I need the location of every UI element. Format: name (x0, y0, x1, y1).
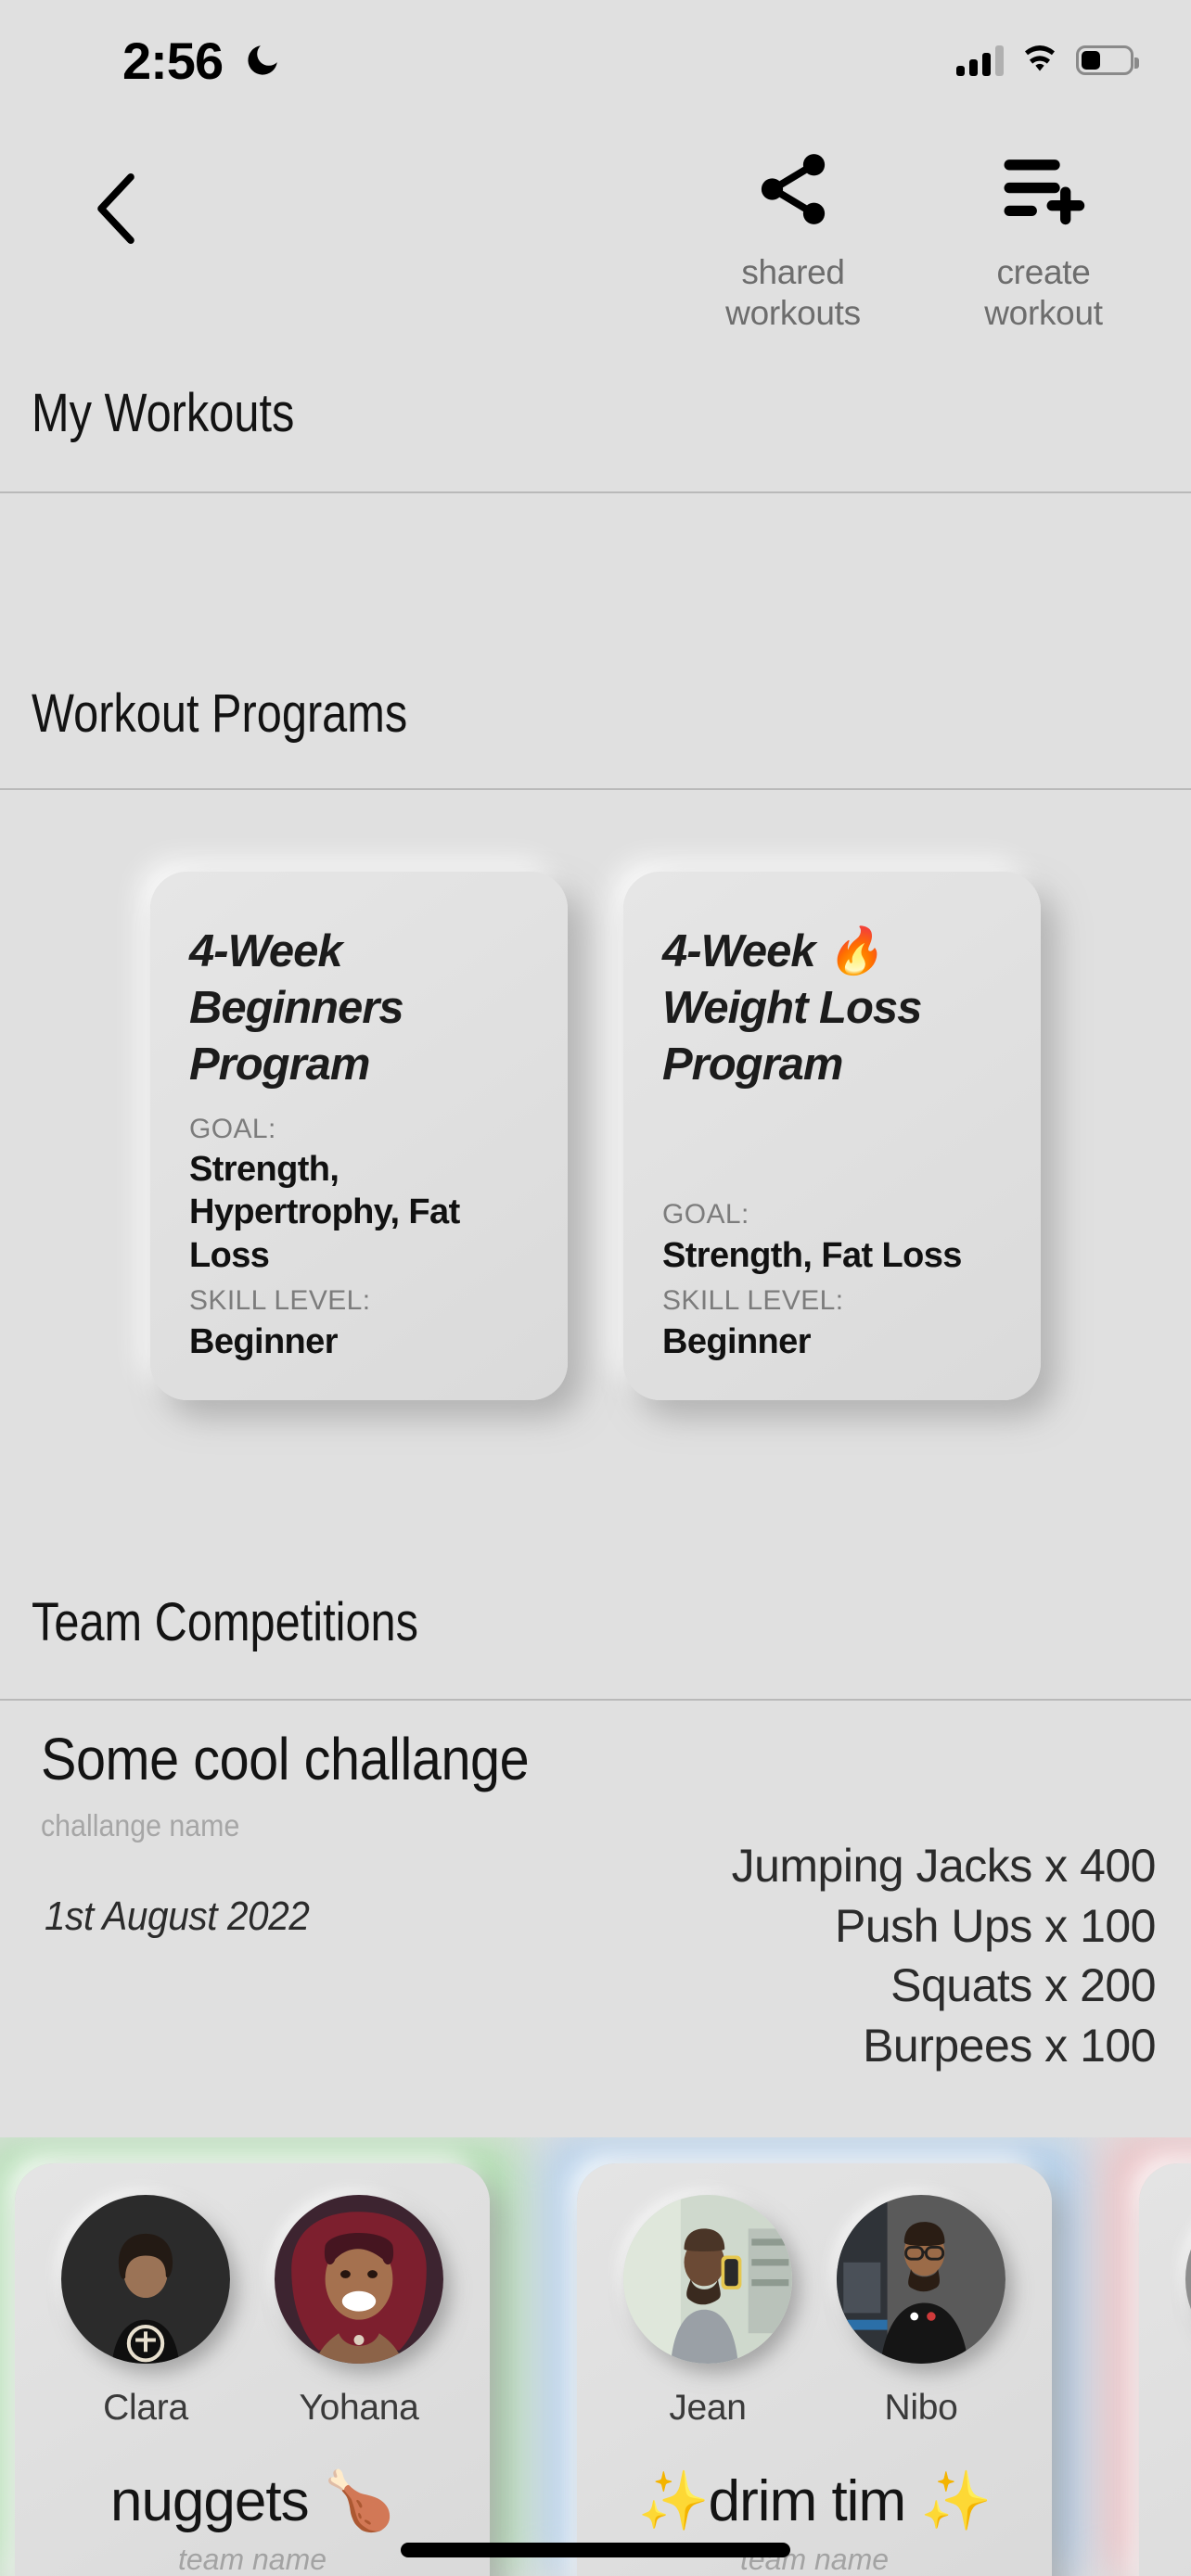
program-card[interactable]: 4-Week 🔥 Weight Loss Program GOAL: Stren… (623, 872, 1041, 1400)
program-goal-value: Strength, Fat Loss (662, 1235, 962, 1275)
competition-date: 1st August 2022 (45, 1894, 310, 1939)
program-card-title: 4-Week 🔥 Weight Loss Program (662, 924, 1005, 1092)
program-title-line3: Program (189, 1039, 371, 1090)
create-workout-label: create workout (984, 252, 1103, 333)
list-item: Squats x 200 (890, 1959, 1156, 2011)
section-title-team-competitions: Team Competitions (32, 1592, 419, 1652)
program-goal-value: Strength, Hypertrophy, Fat Loss (189, 1150, 460, 1275)
crescent-moon-icon (248, 45, 277, 75)
team-name: t (1139, 2468, 1191, 2533)
workout-programs-list: 4-Week Beginners Program GOAL: Strength,… (0, 816, 1191, 1400)
teams-carousel[interactable]: Clara Yohana nuggets 🍗 team name Jean Ni… (0, 2137, 1191, 2576)
shared-workouts-label-line1: shared (741, 253, 845, 291)
avatar (1185, 2195, 1191, 2364)
program-title-line2: Beginners (189, 982, 404, 1033)
avatar (623, 2195, 792, 2364)
team-card-drim-tim[interactable]: Jean Nibo ✨drim tim ✨ team name (545, 2137, 1083, 2576)
status-bar-indicators (956, 45, 1139, 76)
team-member-name: Jean (669, 2388, 747, 2428)
team-member-name: Yohana (299, 2388, 419, 2428)
program-title-line2: Weight Loss (662, 982, 922, 1033)
shared-workouts-label-line2: workouts (725, 293, 861, 332)
create-workout-button[interactable]: create workout (937, 147, 1150, 333)
program-title-line3: Program (662, 1039, 844, 1090)
program-goal-label: GOAL: (189, 1113, 276, 1144)
cellular-signal-icon (956, 45, 1004, 76)
program-skill-value: Beginner (662, 1321, 812, 1361)
program-skill-value: Beginner (189, 1321, 339, 1361)
team-card-nuggets[interactable]: Clara Yohana nuggets 🍗 team name (0, 2137, 521, 2576)
team-member[interactable]: Nibo (828, 2195, 1014, 2429)
playlist-add-icon (1001, 147, 1086, 232)
navigation-bar: shared workouts create workout (0, 139, 1191, 362)
team-member-name: Clara (103, 2388, 188, 2428)
team-name: nuggets 🍗 (109, 2469, 395, 2533)
competition-name: Some cool challange (41, 1726, 530, 1792)
program-title-line1: 4-Week (189, 926, 343, 976)
team-member[interactable]: Yohana (266, 2195, 452, 2429)
divider-workout-programs (0, 788, 1191, 790)
wifi-icon (1025, 45, 1055, 71)
chevron-left-icon (97, 172, 134, 245)
program-skill-label: SKILL LEVEL: (189, 1285, 371, 1317)
divider-my-workouts (0, 491, 1191, 493)
avatar (837, 2195, 1005, 2364)
shared-workouts-label: shared workouts (725, 252, 861, 333)
program-skill-label: SKILL LEVEL: (662, 1285, 844, 1317)
team-name: ✨drim tim ✨ (637, 2469, 992, 2533)
section-title-workout-programs: Workout Programs (32, 683, 408, 744)
team-member-name: Nibo (884, 2388, 958, 2428)
program-card-title: 4-Week Beginners Program (189, 924, 532, 1092)
create-workout-label-line2: workout (984, 293, 1103, 332)
create-workout-label-line1: create (996, 253, 1091, 291)
list-item: Push Ups x 100 (835, 1899, 1156, 1952)
battery-icon (1076, 45, 1139, 75)
team-name-hint: te (1139, 2541, 1191, 2575)
home-indicator[interactable] (401, 2543, 790, 2557)
avatar (275, 2195, 443, 2364)
team-card-partial[interactable]: Ca t te (1108, 2137, 1191, 2576)
share-icon (751, 147, 835, 232)
team-member[interactable]: Clara (53, 2195, 238, 2429)
team-member[interactable]: Jean (615, 2195, 800, 2429)
section-title-my-workouts: My Workouts (32, 383, 295, 443)
status-bar-time: 2:56 (122, 32, 224, 90)
back-button[interactable] (74, 167, 158, 250)
team-member[interactable]: Ca (1177, 2195, 1191, 2429)
list-item: Burpees x 100 (863, 2019, 1156, 2072)
program-card-meta: GOAL: Strength, Fat Loss SKILL LEVEL: Be… (662, 1196, 1005, 1369)
program-card[interactable]: 4-Week Beginners Program GOAL: Strength,… (150, 872, 568, 1400)
avatar (61, 2195, 230, 2364)
competition-exercise-list: Jumping Jacks x 400 Push Ups x 100 Squat… (731, 1836, 1157, 2075)
list-item: Jumping Jacks x 400 (731, 1840, 1157, 1892)
status-bar: 2:56 (0, 0, 1191, 130)
program-goal-label: GOAL: (662, 1199, 749, 1231)
program-title-line1: 4-Week 🔥 (662, 926, 883, 976)
divider-team-competitions (0, 1699, 1191, 1701)
program-card-meta: GOAL: Strength, Hypertrophy, Fat Loss SK… (189, 1111, 532, 1369)
shared-workouts-button[interactable]: shared workouts (686, 147, 900, 333)
competition-name-hint: challange name (41, 1808, 240, 1843)
